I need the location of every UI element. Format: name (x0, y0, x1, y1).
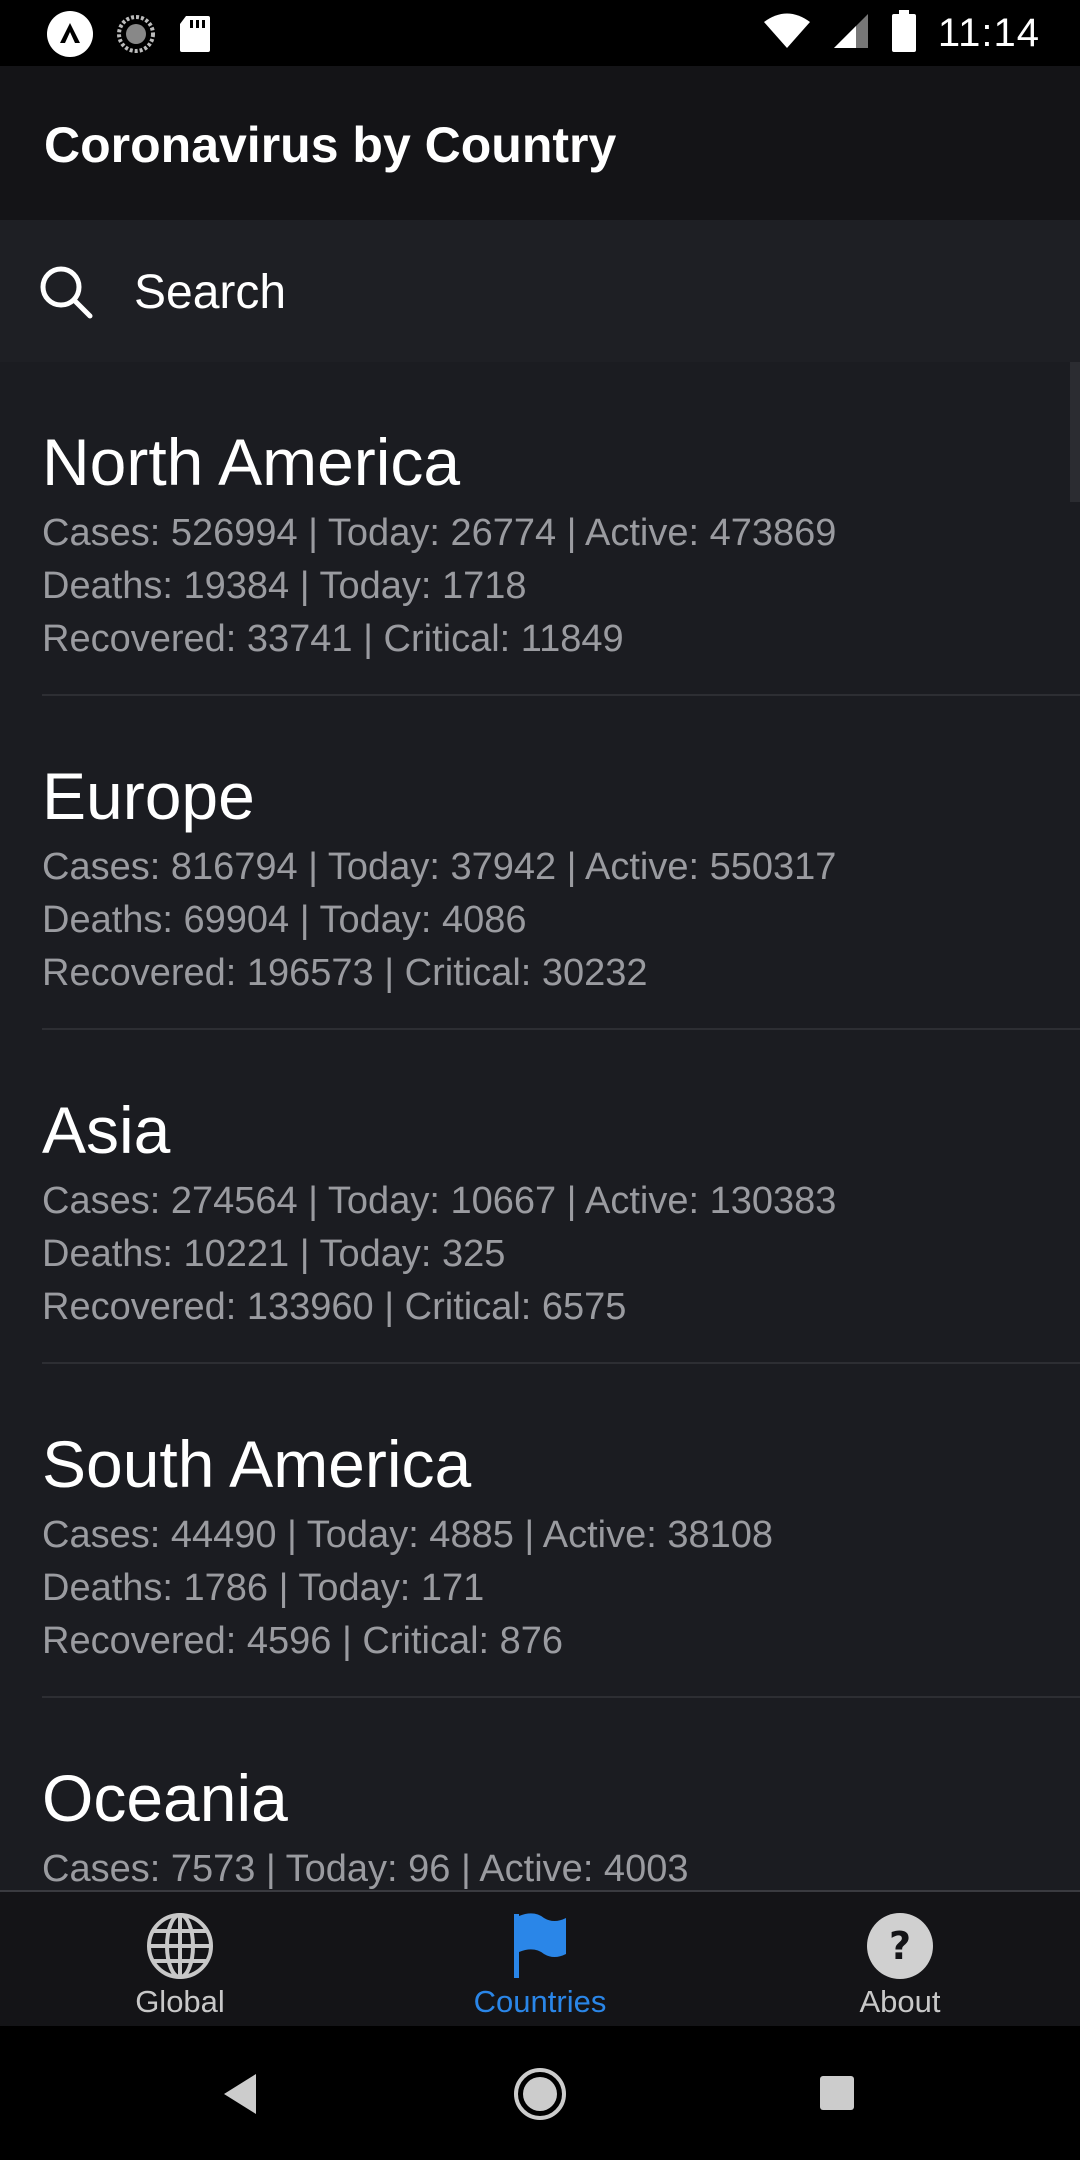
nav-item-countries[interactable]: Countries (360, 1892, 720, 2028)
region-name: North America (42, 425, 461, 499)
battery-icon (891, 9, 916, 57)
app-bar: Coronavirus by Country (0, 66, 1080, 220)
list-item-europe[interactable]: Europe Cases: 816794 | Today: 37942 | Ac… (42, 696, 1080, 1030)
cases-line: Cases: 44490 | Today: 4885 | Active: 381… (42, 1514, 773, 1556)
recovered-line: Recovered: 133960 | Critical: 6575 (42, 1286, 627, 1328)
page-title: Coronavirus by Country (44, 117, 617, 173)
recovered-line: Recovered: 4596 | Critical: 876 (42, 1620, 564, 1662)
recents-icon[interactable] (818, 2074, 856, 2117)
nav-item-about[interactable]: ? About (720, 1892, 1080, 2028)
list-item-oceania[interactable]: Oceania Cases: 7573 | Today: 96 | Active… (42, 1698, 1080, 1890)
nav-label: Countries (473, 1984, 607, 2019)
status-bar: 11:14 (0, 0, 1080, 66)
cases-line: Cases: 7573 | Today: 96 | Active: 4003 (42, 1848, 689, 1890)
nav-item-global[interactable]: Global (0, 1892, 360, 2028)
deaths-line: Deaths: 1786 | Today: 171 (42, 1567, 485, 1609)
region-name: Asia (42, 1093, 171, 1167)
cases-line: Cases: 526994 | Today: 26774 | Active: 4… (42, 512, 837, 554)
list-item-asia[interactable]: Asia Cases: 274564 | Today: 10667 | Acti… (42, 1030, 1080, 1364)
globe-icon (144, 1910, 216, 1982)
help-icon: ? (864, 1910, 936, 1982)
app-notification-icon (46, 10, 94, 63)
search-input[interactable] (132, 258, 1036, 326)
deaths-line: Deaths: 10221 | Today: 325 (42, 1233, 506, 1275)
cellular-signal-icon (832, 12, 870, 55)
sd-card-icon (178, 14, 212, 59)
recovered-line: Recovered: 33741 | Critical: 11849 (42, 618, 624, 660)
region-name: South America (42, 1427, 472, 1501)
deaths-line: Deaths: 19384 | Today: 1718 (42, 565, 527, 607)
system-nav-bar (0, 2026, 1080, 2160)
sync-icon (116, 14, 156, 59)
search-icon (38, 264, 94, 325)
cases-line: Cases: 816794 | Today: 37942 | Active: 5… (42, 846, 837, 888)
list-item-north-america[interactable]: North America Cases: 526994 | Today: 267… (42, 362, 1080, 696)
clock: 11:14 (937, 10, 1040, 55)
nav-label: About (859, 1984, 941, 2019)
back-icon[interactable] (220, 2072, 260, 2121)
region-name: Europe (42, 759, 255, 833)
wifi-icon (763, 13, 810, 54)
svg-text:?: ? (889, 1924, 911, 1968)
flag-icon (504, 1910, 576, 1982)
region-name: Oceania (42, 1761, 288, 1835)
region-list: North America Cases: 526994 | Today: 267… (0, 362, 1080, 1890)
nav-label: Global (135, 1984, 225, 2019)
cases-line: Cases: 274564 | Today: 10667 | Active: 1… (42, 1180, 837, 1222)
bottom-nav: Global Countries ? About (0, 1890, 1080, 2028)
recovered-line: Recovered: 196573 | Critical: 30232 (42, 952, 648, 994)
search-bar[interactable] (0, 220, 1080, 362)
list-item-south-america[interactable]: South America Cases: 44490 | Today: 4885… (42, 1364, 1080, 1698)
deaths-line: Deaths: 69904 | Today: 4086 (42, 899, 527, 941)
home-icon[interactable] (512, 2066, 568, 2127)
